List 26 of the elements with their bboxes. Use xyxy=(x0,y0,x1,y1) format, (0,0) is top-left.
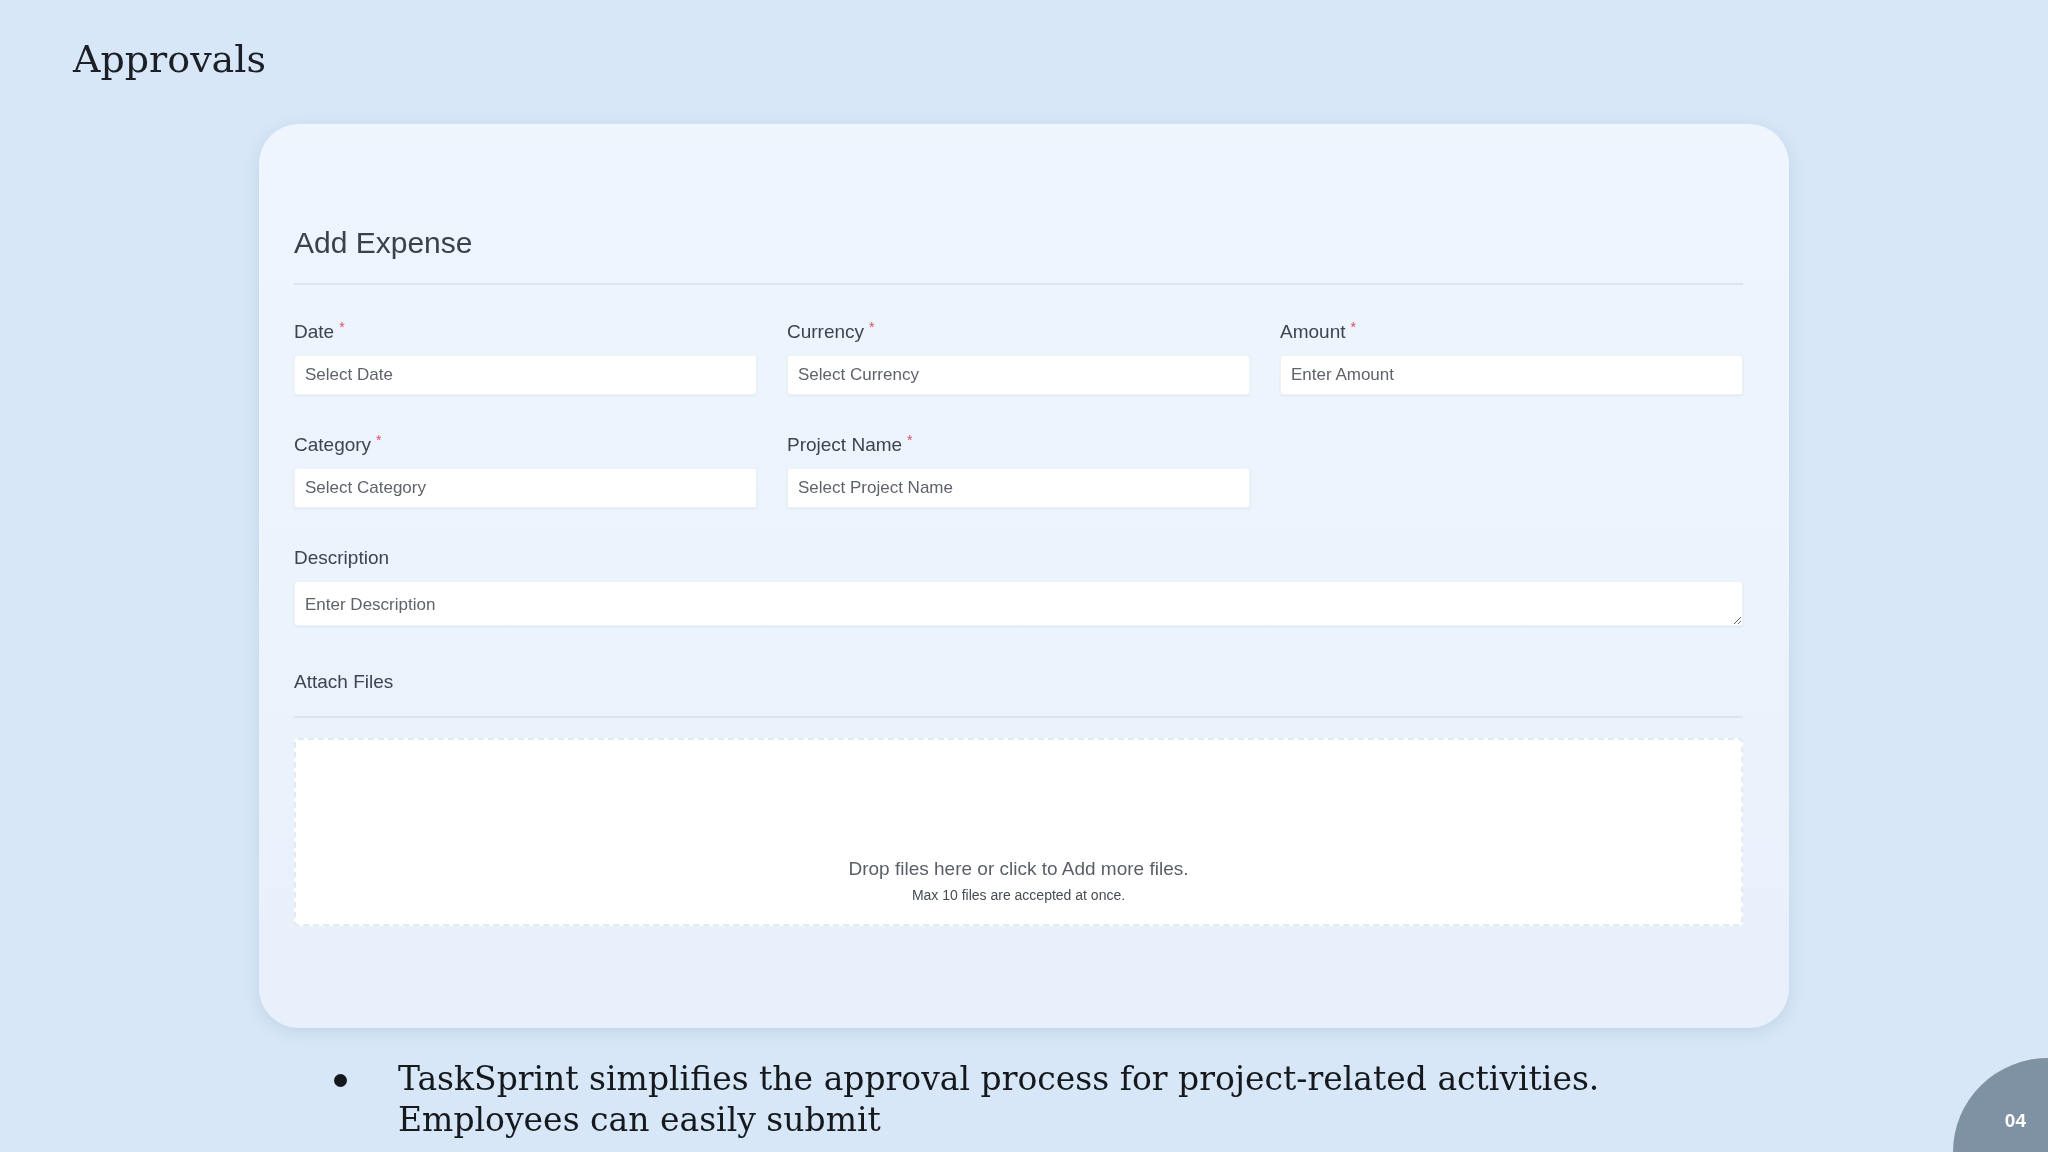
text-area[interactable]: Enter Description xyxy=(294,581,1743,626)
field-label: Currency xyxy=(787,320,865,344)
input-field[interactable]: Enter Amount xyxy=(1280,355,1743,395)
form-title: Add Expense xyxy=(294,225,473,261)
input-field[interactable]: Select Currency xyxy=(787,355,1250,395)
field-label: Project Name xyxy=(787,433,903,457)
field-label: Amount xyxy=(1280,320,1346,344)
required-mark: * xyxy=(376,433,382,447)
bullet-icon xyxy=(334,1074,347,1087)
field-label: Category xyxy=(294,433,372,457)
field-label: Description xyxy=(294,546,390,570)
required-mark: * xyxy=(907,433,913,447)
page-number: 04 xyxy=(1953,1058,2048,1152)
drop-note: Max 10 files are accepted at once. xyxy=(911,886,1126,904)
bullet-text: TaskSprint simplifies the approval process for project-related activities. Employees can easily submit xyxy=(398,1058,1601,1140)
drop-prompt: Drop files here or click to Add more files. xyxy=(848,857,1189,881)
field-label: Date xyxy=(294,320,335,344)
input-field[interactable]: Select Project Name xyxy=(787,468,1250,508)
slide-title: Approvals xyxy=(73,36,266,83)
required-mark: * xyxy=(869,320,875,334)
input-field[interactable]: Select Category xyxy=(294,468,757,508)
file-drop-zone[interactable]: Drop files here or click to Add more files. Max 10 files are accepted at once. xyxy=(294,738,1743,926)
required-mark: * xyxy=(339,320,345,334)
section-label: Attach Files xyxy=(294,670,394,694)
required-mark: * xyxy=(1350,320,1356,334)
input-field[interactable]: Select Date xyxy=(294,355,757,395)
